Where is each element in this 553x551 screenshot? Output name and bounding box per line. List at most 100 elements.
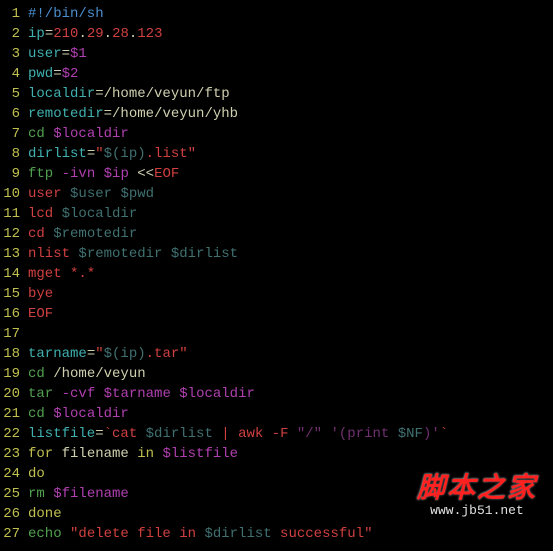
code-token: EOF (28, 306, 53, 322)
code-line: 7cd $localdir (0, 124, 553, 144)
code-token (62, 526, 70, 542)
code-token: = (95, 426, 103, 442)
code-content: done (28, 504, 553, 524)
code-line: 2ip=210.29.28.123 (0, 24, 553, 44)
code-token (162, 246, 170, 262)
code-token: /home/veyun/ftp (104, 86, 230, 102)
code-content: bye (28, 284, 553, 304)
code-content: mget *.* (28, 264, 553, 284)
code-token: $remotedir (78, 246, 162, 262)
code-content: for filename in $listfile (28, 444, 553, 464)
code-line: 13nlist $remotedir $dirlist (0, 244, 553, 264)
code-token (171, 386, 179, 402)
code-token: filename (53, 446, 137, 462)
code-token: " (188, 146, 196, 162)
code-line: 18tarname="$(ip).tar" (0, 344, 553, 364)
code-line: 23for filename in $listfile (0, 444, 553, 464)
line-number: 10 (0, 184, 28, 204)
code-token: cat (112, 426, 146, 442)
code-token: lcd (28, 206, 62, 222)
code-token: | awk -F (213, 426, 297, 442)
code-token (45, 406, 53, 422)
code-token: . (78, 26, 86, 42)
code-token: $remotedir (53, 226, 137, 242)
line-number: 16 (0, 304, 28, 324)
code-content: user $user $pwd (28, 184, 553, 204)
code-token: ` (104, 426, 112, 442)
code-token: tar (28, 386, 53, 402)
code-line: 14mget *.* (0, 264, 553, 284)
code-content: do (28, 464, 553, 484)
code-line: 3user=$1 (0, 44, 553, 64)
code-content: EOF (28, 304, 553, 324)
code-content: tar -cvf $tarname $localdir (28, 384, 553, 404)
code-token: = (45, 26, 53, 42)
code-line: 24do (0, 464, 553, 484)
code-token: $user (70, 186, 112, 202)
code-token: .list (146, 146, 188, 162)
code-token: tarname (28, 346, 87, 362)
code-token: $dirlist (146, 426, 213, 442)
code-content: cd $remotedir (28, 224, 553, 244)
code-line: 26done (0, 504, 553, 524)
code-content: nlist $remotedir $dirlist (28, 244, 553, 264)
code-content: rm $filename (28, 484, 553, 504)
code-token: nlist (28, 246, 78, 262)
code-token: /home/veyun/yhb (112, 106, 238, 122)
code-token: /home/veyun (45, 366, 146, 382)
code-token: $dirlist (171, 246, 238, 262)
line-number: 25 (0, 484, 28, 504)
code-line: 19cd /home/veyun (0, 364, 553, 384)
line-number: 18 (0, 344, 28, 364)
code-token: "/" (297, 426, 322, 442)
code-line: 10user $user $pwd (0, 184, 553, 204)
code-line: 5localdir=/home/veyun/ftp (0, 84, 553, 104)
code-token: mget *.* (28, 266, 95, 282)
code-token: = (53, 66, 61, 82)
code-token: rm (28, 486, 45, 502)
code-token: )' (423, 426, 440, 442)
line-number: 5 (0, 84, 28, 104)
code-token: $NF (398, 426, 423, 442)
code-line: 12cd $remotedir (0, 224, 553, 244)
code-token: listfile (28, 426, 95, 442)
code-token: in (137, 446, 154, 462)
code-token: done (28, 506, 62, 522)
line-number: 13 (0, 244, 28, 264)
code-token: " (95, 146, 103, 162)
code-token: $tarname (104, 386, 171, 402)
code-content: pwd=$2 (28, 64, 553, 84)
code-token: $localdir (62, 206, 138, 222)
code-token: -ivn (62, 166, 96, 182)
code-token: ip (28, 26, 45, 42)
code-token (53, 166, 61, 182)
code-token: do (28, 466, 45, 482)
code-token: cd (28, 366, 45, 382)
code-token (95, 166, 103, 182)
code-token: . (104, 26, 112, 42)
line-number: 17 (0, 324, 28, 344)
code-line: 27echo "delete file in $dirlist successf… (0, 524, 553, 544)
code-token: successful" (272, 526, 373, 542)
code-token: $pwd (120, 186, 154, 202)
line-number: 27 (0, 524, 28, 544)
code-token: for (28, 446, 53, 462)
code-token: $ip (104, 166, 129, 182)
code-content: dirlist="$(ip).list" (28, 144, 553, 164)
line-number: 4 (0, 64, 28, 84)
code-token: 28 (112, 26, 129, 42)
code-token: dirlist (28, 146, 87, 162)
code-token: $filename (53, 486, 129, 502)
code-token: $2 (62, 66, 79, 82)
code-content: lcd $localdir (28, 204, 553, 224)
code-content: listfile=`cat $dirlist | awk -F "/" '(pr… (28, 424, 553, 444)
code-token: cd (28, 406, 45, 422)
code-token: $localdir (179, 386, 255, 402)
code-line: 8dirlist="$(ip).list" (0, 144, 553, 164)
code-token (45, 126, 53, 142)
code-line: 17 (0, 324, 553, 344)
code-content: #!/bin/sh (28, 4, 553, 24)
code-token: ` (440, 426, 448, 442)
line-number: 19 (0, 364, 28, 384)
line-number: 11 (0, 204, 28, 224)
